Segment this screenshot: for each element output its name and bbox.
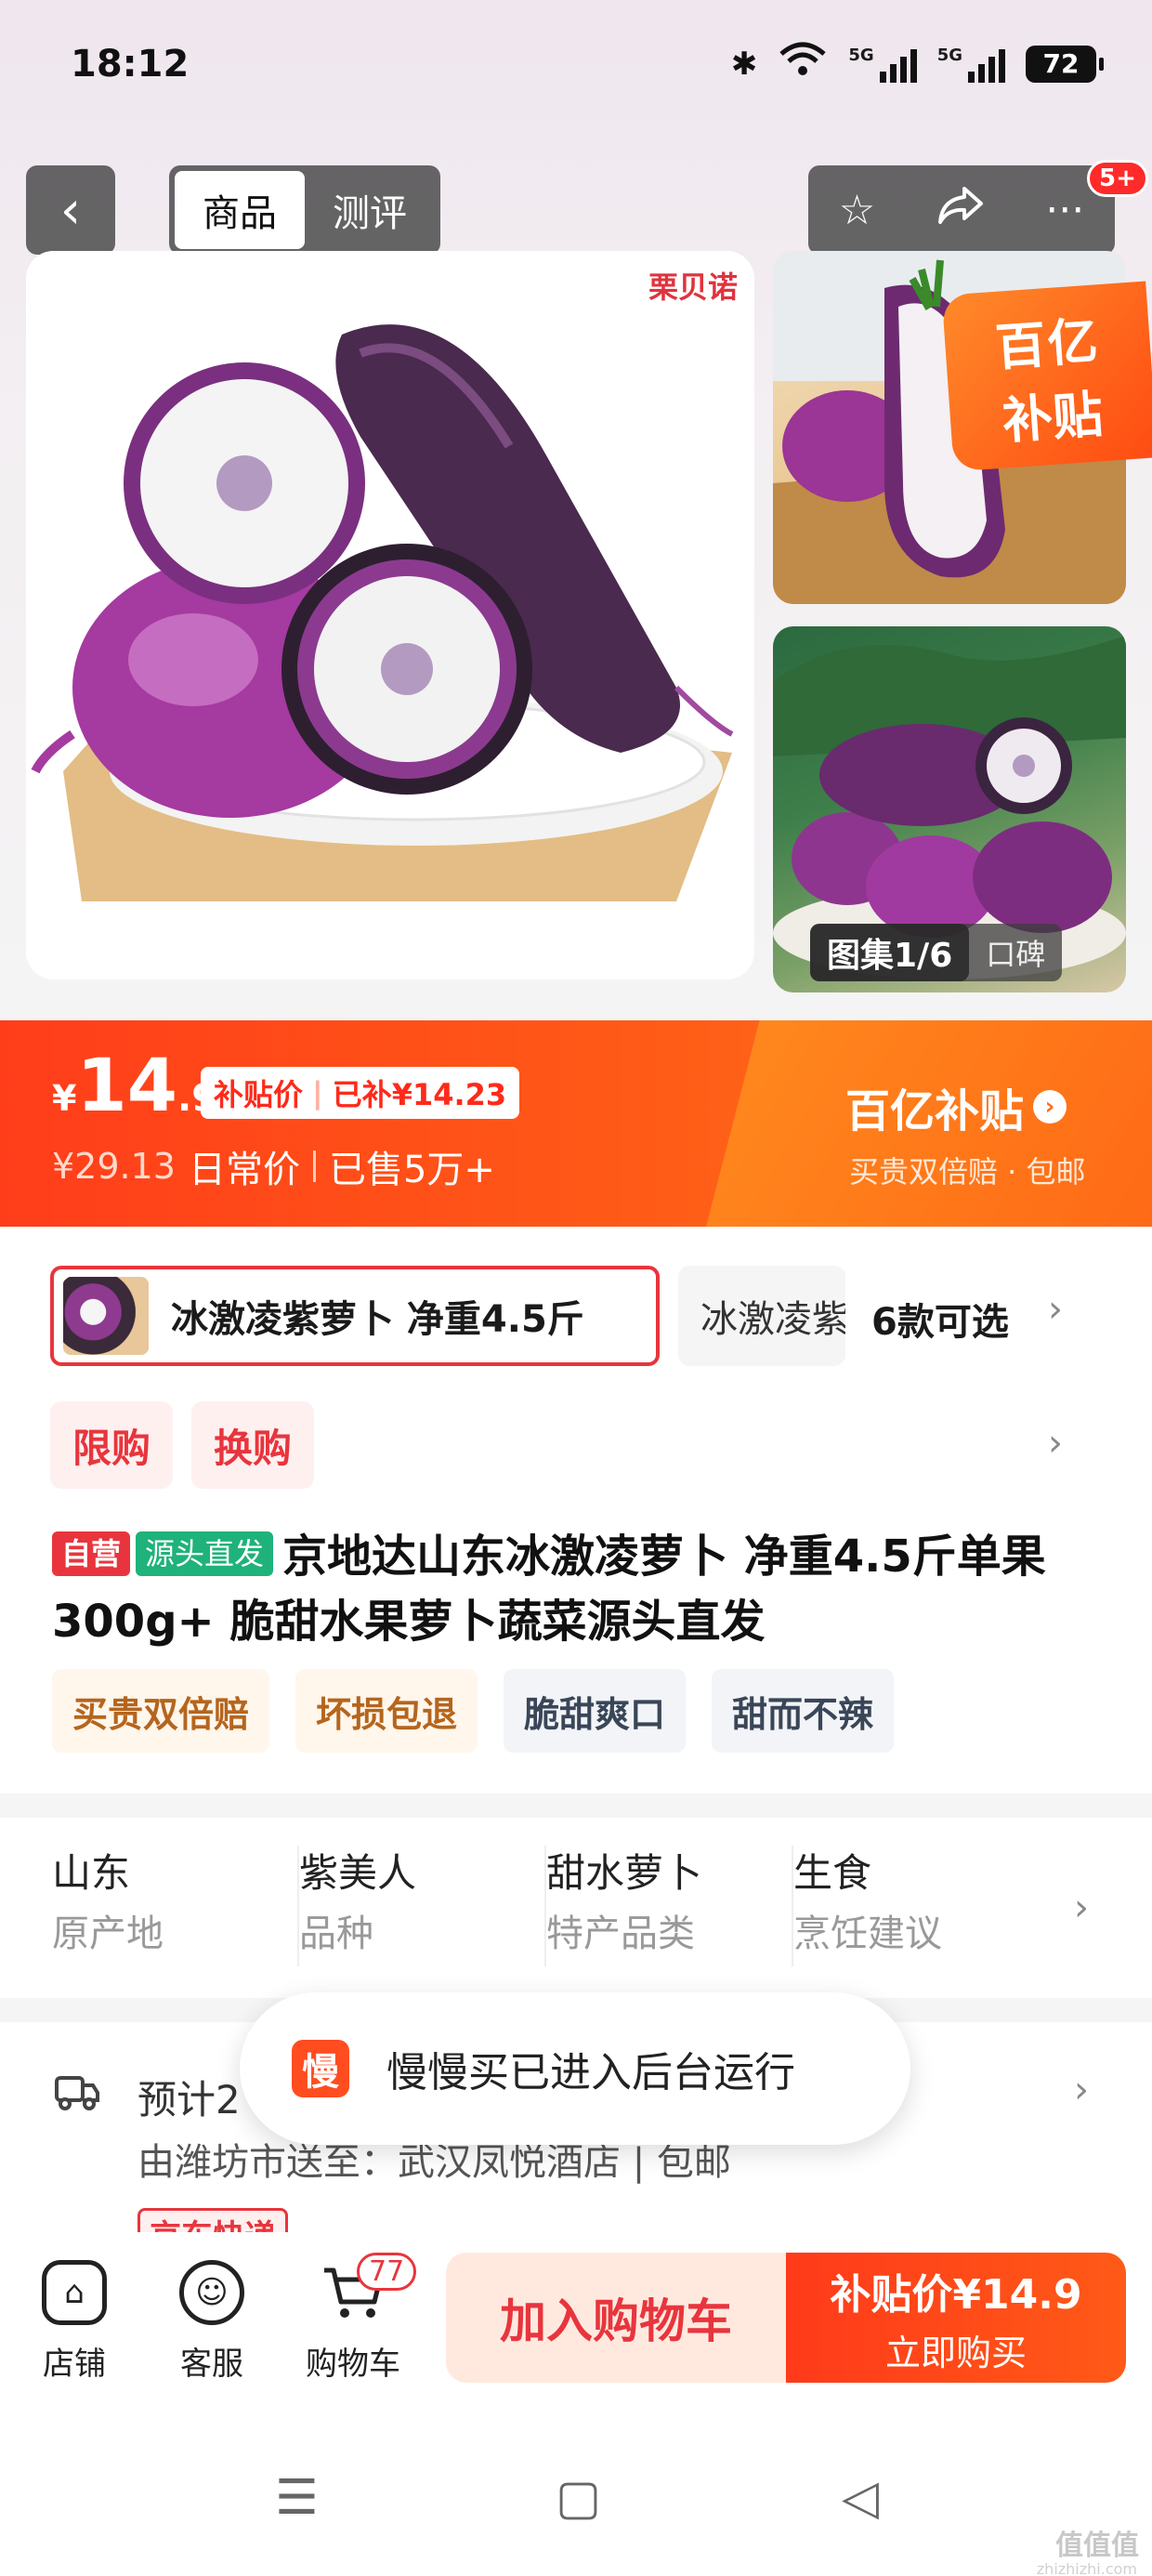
reviews-link[interactable]: 口碑 [969,931,1062,974]
feature-tag: 买贵双倍赔 [52,1669,270,1753]
site-watermark-url: zhizhizhi.com [1036,2560,1137,2576]
header-tools: ☆ ··· [808,165,1115,255]
bottom-action-bar: ⌂ 店铺 ☺ 客服 购物车 77 加入购物车 补贴价¥14.9 立即购买 [0,2232,1152,2427]
wifi-icon [778,41,828,86]
favorite-star-icon[interactable]: ☆ [839,187,875,234]
status-icons: ✱ 5G 5G 72 [730,41,1104,86]
sku-selector: 冰激凌紫萝卜 净重4.5斤 冰激凌紫萝卜 6款可选 › [0,1255,1152,1373]
feature-tag: 脆甜爽口 [504,1669,687,1753]
source-direct-tag: 源头直发 [136,1531,274,1576]
delivery-estimate: 预计2 [137,2077,241,2123]
chevron-right-icon[interactable]: › [1048,1422,1063,1465]
self-operated-tag: 自营 [52,1531,131,1576]
notification-badge: 5+ [1087,160,1148,197]
status-bar: 18:12 ✱ 5G 5G 72 [0,0,1152,139]
shop-button[interactable]: ⌂ 店铺 [19,2260,130,2384]
signal-icon-1: 5G [848,46,917,83]
share-icon[interactable] [936,185,985,236]
sku-option-other[interactable]: 冰激凌紫萝卜 [678,1266,845,1366]
product-title-block: 自营 源头直发 京地达山东冰激凌萝卜 净重4.5斤单果300g+ 脆甜水果萝卜蔬菜源… [52,1524,1102,1654]
tab-review[interactable]: 测评 [305,171,435,249]
original-price-row: ¥29.13 日常价 已售5万+ [52,1139,495,1193]
sku-option-label: 冰激凌紫萝卜 净重4.5斤 [171,1298,584,1341]
feature-tag: 甜而不辣 [712,1669,895,1753]
background-running-toast: 慢 慢慢买已进入后台运行 [240,1992,910,2145]
attribute-origin: 山东 原产地 [52,1846,299,1966]
sold-count: 已售5万+ [328,1149,495,1191]
status-time: 18:12 [71,43,190,85]
tab-product[interactable]: 商品 [175,171,305,249]
feature-tag: 坏损包退 [295,1669,478,1753]
site-watermark: 值值值 [1055,2530,1139,2562]
back-triangle-icon[interactable]: ◁ [842,2470,879,2526]
main-product-image[interactable]: 栗贝诺 [26,251,754,979]
subsidy-program-title[interactable]: 百亿补贴 › [845,1074,1067,1139]
feature-tags: 买贵双倍赔 坏损包退 脆甜爽口 甜而不辣 [52,1669,895,1753]
app-logo-icon: 慢 [292,2040,349,2097]
attribute-cooking: 生食 烹饪建议 [793,1850,942,1955]
system-navigation-bar: ☰ ▢ ◁ 值值值 zhizhizhi.com [0,2427,1152,2576]
original-price: ¥29.13 [52,1146,176,1187]
more-icon[interactable]: ··· [1045,187,1084,234]
subsidy-corner-badge: 百亿 补贴 [941,281,1152,472]
original-price-label: 日常价 [188,1149,300,1191]
menu-icon[interactable]: ☰ [275,2470,319,2526]
product-attributes[interactable]: 山东 原产地 紫美人 品种 甜水萝卜 特产品类 生食 烹饪建议 [52,1846,1093,1966]
purple-radish-illustration [26,251,754,979]
attribute-category: 甜水萝卜 特产品类 [546,1846,793,1966]
chat-smile-icon: ☺ [179,2260,244,2325]
purchase-limits: 限购 换购 [50,1401,315,1489]
bluetooth-icon: ✱ [730,45,758,83]
brand-watermark: 栗贝诺 [648,269,738,305]
buy-now-button[interactable]: 补贴价¥14.9 立即购买 [786,2253,1126,2383]
signal-icon-2: 5G [937,46,1005,83]
store-icon: ⌂ [42,2260,107,2325]
battery-icon: 72 [1026,45,1104,83]
home-icon[interactable]: ▢ [556,2470,601,2526]
exchange-badge[interactable]: 换购 [191,1401,315,1489]
chevron-right-icon[interactable]: › [1074,2069,1089,2111]
chevron-right-icon[interactable]: › [1074,1886,1089,1929]
back-button[interactable]: ‹ [26,165,115,255]
sku-option-selected[interactable]: 冰激凌紫萝卜 净重4.5斤 [50,1266,660,1366]
attribute-variety: 紫美人 品种 [299,1846,546,1966]
cart-count-badge: 77 [357,2253,417,2291]
chevron-right-icon[interactable]: › [1048,1288,1063,1331]
toast-message: 慢慢买已进入后台运行 [386,2049,795,2096]
price-banner: ¥ 14 .9 补贴价 | 已补¥14.23 ¥29.13 日常价 已售5万+ … [0,1020,1152,1227]
chevron-right-icon: › [1033,1090,1067,1124]
current-price: ¥ 14 .9 [52,1045,218,1128]
add-to-cart-button[interactable]: 加入购物车 [446,2253,786,2383]
subsidy-program-subtitle: 买贵双倍赔 · 包邮 [849,1154,1086,1189]
section-divider [0,1794,1152,1818]
divider [312,1150,316,1182]
customer-service-button[interactable]: ☺ 客服 [156,2260,268,2384]
gallery-counter[interactable]: 图集1/6 口碑 [810,924,1063,981]
truck-icon [54,2072,100,2122]
sku-option-label: 冰激凌紫萝卜 [700,1298,845,1341]
limit-badge[interactable]: 限购 [50,1401,174,1489]
subsidy-price-tag: 补贴价 | 已补¥14.23 [201,1067,520,1119]
sku-thumbnail [63,1277,149,1355]
header-tabs: 商品 测评 [169,165,440,255]
gallery-count-label: 图集1/6 [810,924,970,981]
sku-count[interactable]: 6款可选 [871,1292,1009,1346]
chevron-left-icon: ‹ [59,179,82,241]
